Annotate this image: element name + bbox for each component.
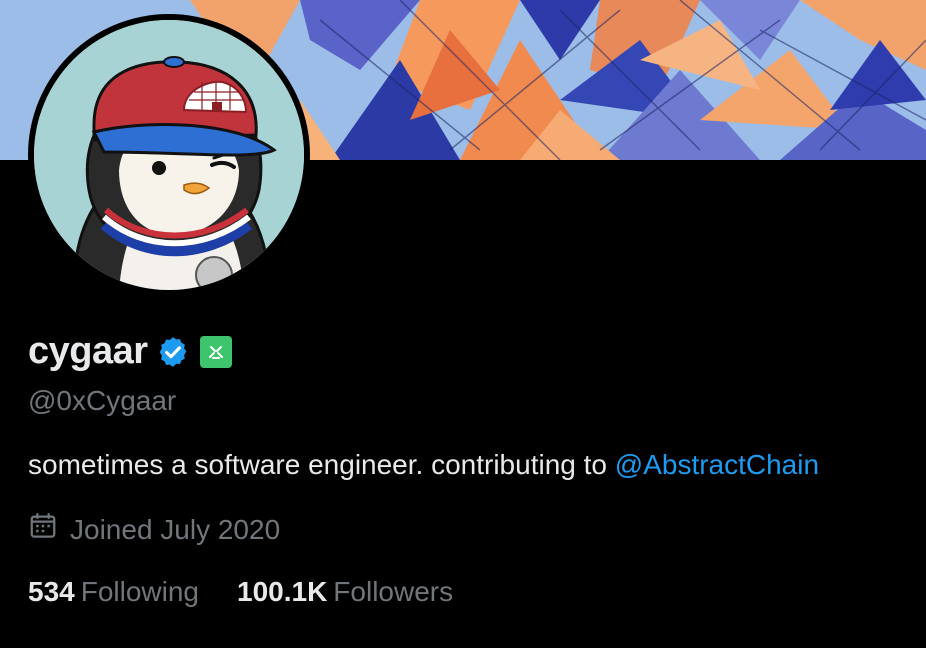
avatar-image bbox=[34, 20, 304, 290]
profile-header: cygaar @0xCygaar sometimes a software en… bbox=[0, 0, 926, 648]
profile-bio: sometimes a software engineer. contribut… bbox=[28, 449, 819, 481]
followers-count: 100.1K bbox=[237, 576, 328, 607]
bio-text: sometimes a software engineer. contribut… bbox=[28, 449, 615, 480]
following-label: Following bbox=[80, 576, 199, 607]
follow-stats: 534 Following 100.1K Followers bbox=[28, 576, 453, 608]
joined-text: Joined July 2020 bbox=[70, 513, 281, 545]
profile-avatar[interactable] bbox=[28, 14, 310, 296]
followers-link[interactable]: 100.1K Followers bbox=[237, 576, 453, 608]
following-count: 534 bbox=[28, 576, 75, 607]
affiliate-badge-icon[interactable] bbox=[199, 335, 232, 368]
user-handle: @0xCygaar bbox=[28, 385, 177, 416]
display-name: cygaar bbox=[28, 330, 148, 372]
following-link[interactable]: 534 Following bbox=[28, 576, 199, 608]
bio-mention-link[interactable]: @AbstractChain bbox=[615, 449, 819, 480]
followers-label: Followers bbox=[333, 576, 454, 607]
calendar-icon bbox=[28, 511, 58, 548]
penguin-avatar-icon bbox=[34, 20, 304, 290]
name-row: cygaar bbox=[28, 330, 232, 373]
verified-badge-icon[interactable] bbox=[156, 335, 190, 369]
joined-date: Joined July 2020 bbox=[28, 511, 280, 548]
